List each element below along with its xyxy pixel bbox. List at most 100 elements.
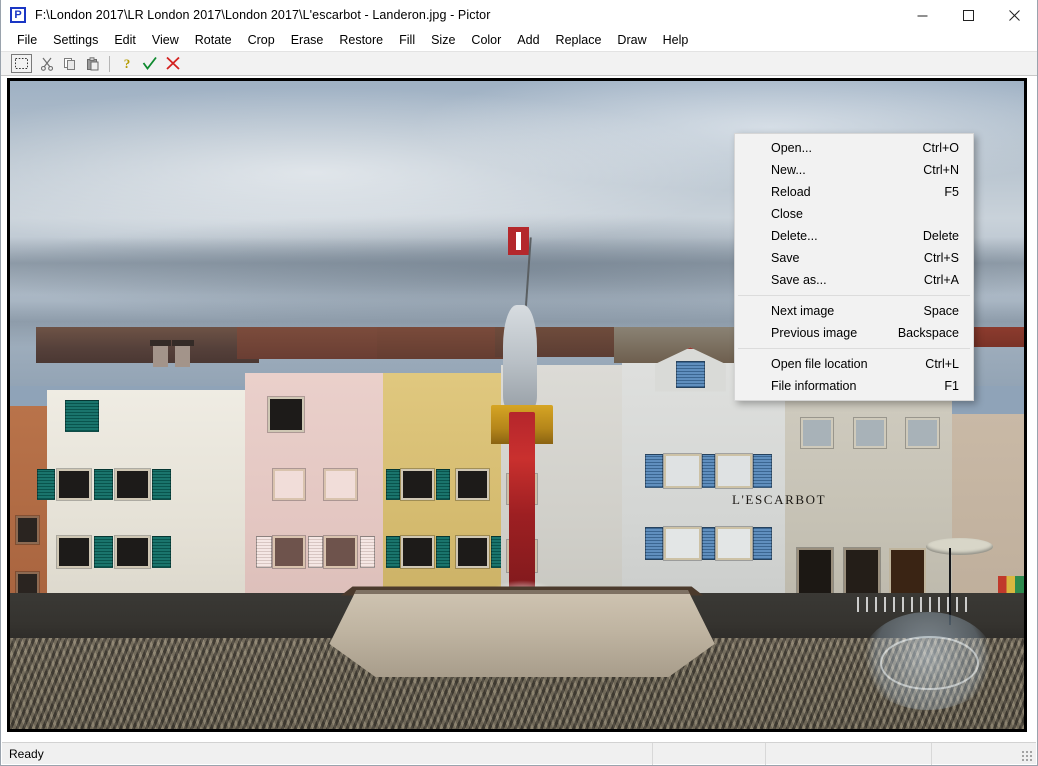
menu-item-draw[interactable]: Draw: [609, 31, 654, 50]
menu-bar: File Settings Edit View Rotate Crop Eras…: [1, 30, 1037, 52]
menu-item-fill[interactable]: Fill: [391, 31, 423, 50]
menu-item-erase[interactable]: Erase: [283, 31, 332, 50]
help-icon[interactable]: ?: [115, 53, 138, 74]
menu-open-accel: Ctrl+O: [922, 141, 959, 155]
paste-icon[interactable]: [81, 53, 104, 74]
shutter: [386, 469, 401, 501]
roof: [36, 327, 260, 364]
cancel-x-icon[interactable]: [161, 53, 184, 74]
menu-item-restore[interactable]: Restore: [331, 31, 391, 50]
shutter: [701, 526, 715, 561]
menu-next-image[interactable]: Next image Space: [735, 300, 973, 322]
window-title: F:\London 2017\LR London 2017\London 201…: [35, 7, 491, 22]
menu-save-label: Save: [771, 251, 800, 265]
window: [115, 536, 150, 569]
title-bar: P F:\London 2017\LR London 2017\London 2…: [1, 0, 1037, 30]
toolbar: ?: [1, 52, 1037, 76]
knight-statue: [502, 304, 538, 409]
shutter: [644, 454, 663, 488]
maximize-button[interactable]: [945, 0, 991, 30]
menu-item-edit[interactable]: Edit: [106, 31, 144, 50]
shutter: [435, 536, 451, 569]
shop-window: [796, 548, 834, 597]
copy-icon[interactable]: [58, 53, 81, 74]
shutter: [64, 399, 100, 432]
shutter: [151, 469, 172, 501]
menu-file-information-label: File information: [771, 379, 857, 393]
window: [115, 469, 150, 501]
shutter: [753, 526, 772, 561]
chimney: [175, 343, 191, 368]
menu-save-as[interactable]: Save as... Ctrl+A: [735, 269, 973, 291]
roof: [237, 327, 396, 360]
window: [267, 397, 305, 432]
shutter: [753, 454, 772, 488]
bollard-railing: [856, 596, 969, 613]
roof: [377, 327, 509, 360]
window: [16, 516, 40, 545]
resize-grip-icon[interactable]: [1021, 749, 1033, 762]
chimney-cap: [149, 339, 172, 347]
shutter: [676, 361, 705, 388]
menu-delete[interactable]: Delete... Delete: [735, 225, 973, 247]
cut-icon[interactable]: [35, 53, 58, 74]
shutter: [359, 536, 376, 569]
select-icon[interactable]: [11, 54, 32, 73]
close-button[interactable]: [991, 0, 1037, 30]
menu-file-information[interactable]: File information F1: [735, 375, 973, 397]
window: [401, 469, 434, 501]
menu-new[interactable]: New... Ctrl+N: [735, 159, 973, 181]
menu-item-replace[interactable]: Replace: [548, 31, 610, 50]
shutter: [386, 536, 401, 569]
window: [664, 454, 701, 488]
shutter: [256, 536, 272, 569]
chimney: [152, 343, 169, 368]
menu-file-information-accel: F1: [944, 379, 959, 393]
app-icon: P: [10, 6, 26, 23]
menu-save[interactable]: Save Ctrl+S: [735, 247, 973, 269]
menu-save-as-label: Save as...: [771, 273, 827, 287]
menu-new-label: New...: [771, 163, 806, 177]
window-controls: [899, 0, 1037, 30]
shutter: [308, 536, 324, 569]
menu-item-rotate[interactable]: Rotate: [187, 31, 240, 50]
toolbar-separator: [109, 55, 110, 72]
window: [56, 536, 92, 569]
menu-previous-image[interactable]: Previous image Backspace: [735, 322, 973, 344]
chimney-cap: [172, 339, 194, 347]
menu-save-as-accel: Ctrl+A: [923, 273, 959, 287]
menu-new-accel: Ctrl+N: [923, 163, 959, 177]
menu-reload[interactable]: Reload F5: [735, 181, 973, 203]
status-text: Ready: [9, 746, 44, 761]
menu-item-add[interactable]: Add: [509, 31, 547, 50]
menu-reload-accel: F5: [944, 185, 959, 199]
menu-item-color[interactable]: Color: [463, 31, 509, 50]
menu-item-settings[interactable]: Settings: [45, 31, 106, 50]
window: [715, 454, 753, 488]
menu-delete-accel: Delete: [922, 229, 959, 243]
status-panel-ready: Ready: [2, 742, 653, 765]
status-panel-2: [653, 742, 766, 765]
window: [272, 536, 306, 569]
menu-item-help[interactable]: Help: [655, 31, 697, 50]
window: [906, 418, 939, 448]
minimize-button[interactable]: [899, 0, 945, 30]
confirm-check-icon[interactable]: [138, 53, 161, 74]
window: [800, 418, 834, 448]
window: [324, 469, 357, 501]
menu-previous-image-label: Previous image: [771, 326, 858, 340]
menu-next-image-accel: Space: [923, 304, 959, 318]
status-bar: Ready: [2, 742, 1036, 765]
window: [56, 469, 92, 501]
fountain-basin: [329, 589, 715, 678]
menu-item-file[interactable]: File: [9, 31, 45, 50]
file-dropdown-menu[interactable]: Open... Ctrl+O New... Ctrl+N Reload F5 C…: [734, 133, 974, 401]
window: [456, 469, 489, 501]
menu-item-crop[interactable]: Crop: [240, 31, 283, 50]
menu-item-size[interactable]: Size: [423, 31, 463, 50]
menu-close[interactable]: Close: [735, 203, 973, 225]
menu-item-view[interactable]: View: [144, 31, 187, 50]
shutter: [37, 469, 55, 501]
menu-open[interactable]: Open... Ctrl+O: [735, 137, 973, 159]
menu-open-file-location[interactable]: Open file location Ctrl+L: [735, 353, 973, 375]
